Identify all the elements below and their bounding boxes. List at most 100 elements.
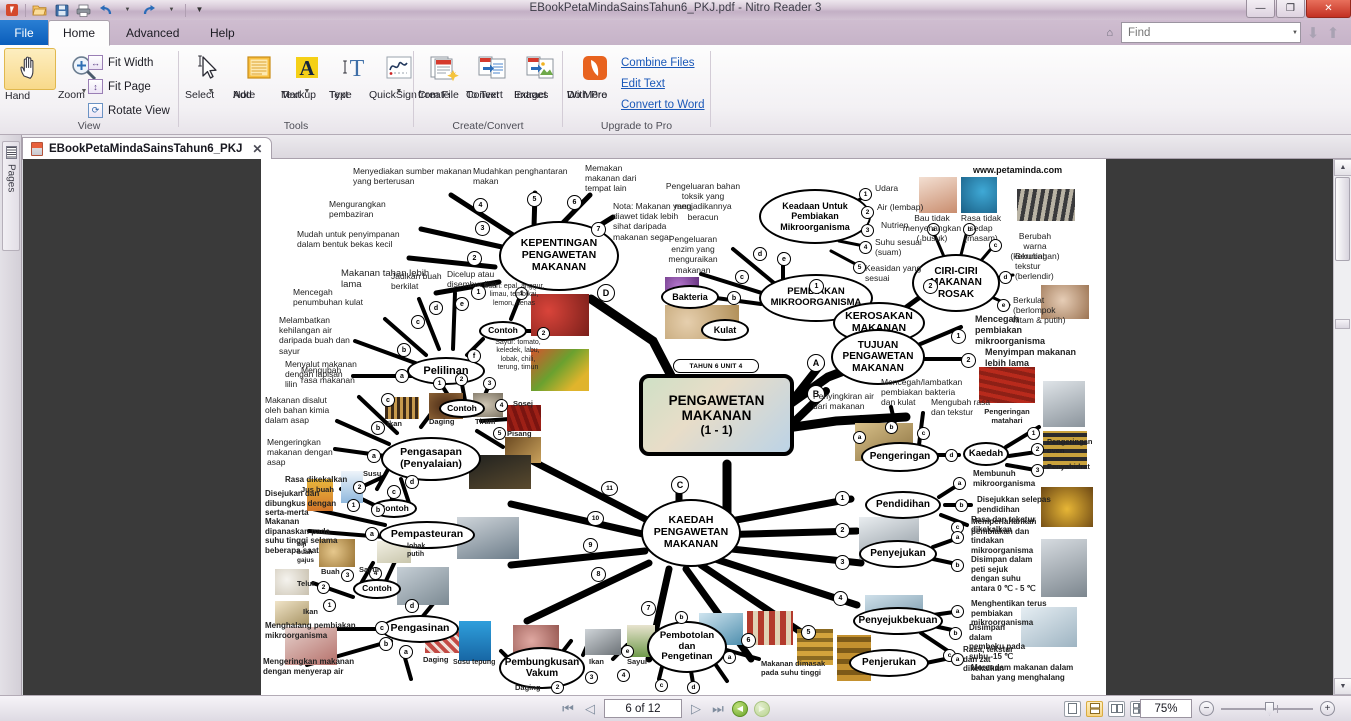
- zoom-controls[interactable]: 75% − +: [1140, 699, 1335, 718]
- document-viewport[interactable]: PENGAWETAN MAKANAN (1 - 1) TAHUN 6 UNIT …: [23, 159, 1333, 695]
- tab-file[interactable]: File: [0, 20, 48, 45]
- find-next-icon[interactable]: ⬇: [1305, 24, 1321, 42]
- node-kaedah-hub-label: KAEDAH PENGAWETAN MAKANAN: [653, 514, 729, 550]
- select-tool-button[interactable]: Select ▼: [185, 48, 237, 101]
- next-view-button[interactable]: ▶: [754, 700, 770, 717]
- single-page-view-button[interactable]: [1064, 700, 1081, 717]
- rotate-view-button[interactable]: ⟳ Rotate View: [88, 103, 170, 118]
- node-bakteria[interactable]: Bakteria: [661, 285, 719, 309]
- tab-home[interactable]: Home: [48, 20, 111, 46]
- node-penyejukan[interactable]: Penyejukan: [859, 540, 937, 568]
- node-pengeringan[interactable]: Pengeringan: [861, 442, 939, 472]
- label-pembungkusan-ikan: Ikan: [589, 657, 605, 666]
- first-page-icon[interactable]: ⏮: [560, 701, 576, 717]
- zoom-slider-tick: [1277, 704, 1278, 713]
- zoom-slider-thumb[interactable]: [1265, 701, 1274, 716]
- combine-files-link[interactable]: Combine Files: [621, 57, 695, 69]
- node-pendidihan[interactable]: Pendidihan: [865, 491, 941, 519]
- search-input[interactable]: [1126, 25, 1284, 40]
- collapse-ribbon-icon[interactable]: ⌂: [1102, 27, 1117, 39]
- previous-page-icon[interactable]: ◁: [582, 701, 598, 717]
- ribbon-group-view: Hand Zoom ▼ ↔ Fit Width ↕ Fit Page ⟳ Rot…: [0, 45, 178, 134]
- document-tab[interactable]: EBookPetaMindaSainsTahun6_PKJ ✕: [22, 137, 273, 160]
- badge-pengasinan-a: a: [399, 645, 413, 659]
- node-penyejukbekuan-label: Penyejukbekuan: [858, 615, 938, 627]
- node-contoh-pengasapan[interactable]: Contoh: [439, 399, 485, 418]
- pages-panel-button[interactable]: Pages: [2, 141, 20, 251]
- node-pengasinan[interactable]: Pengasinan: [381, 615, 459, 643]
- node-contoh-pelilinan[interactable]: Contoh: [479, 321, 527, 341]
- node-penyejukbekuan[interactable]: Penyejukbekuan: [853, 607, 943, 635]
- node-contoh-pengasinan[interactable]: Contoh: [353, 579, 401, 599]
- find-box[interactable]: ▼: [1121, 22, 1301, 43]
- title-bar: ▼ ▼ ▼ EBookPetaMindaSainsTahun6_PKJ.pdf …: [0, 0, 1351, 20]
- zoom-in-button[interactable]: +: [1320, 701, 1335, 716]
- extract-images-button[interactable]: Extract Images: [514, 48, 566, 101]
- ribbon-group-tools: Select ▼ Add Note A Markup Text ▼ T Type…: [179, 45, 417, 134]
- fit-page-button[interactable]: ↕ Fit Page: [88, 79, 151, 94]
- badge-pelilinan-c: c: [411, 315, 425, 329]
- create-from-file-label-2: from File: [418, 89, 459, 101]
- node-pengasapan[interactable]: Pengasapan (Penyalaian): [381, 437, 481, 481]
- node-keadaan-pembiakan[interactable]: Keadaan Untuk Pembiakan Mikroorganisma: [759, 189, 871, 244]
- node-kaedah-small[interactable]: Kaedah: [963, 442, 1009, 466]
- badge-ciri-e: e: [997, 299, 1010, 312]
- window-controls[interactable]: — ❐ ✕: [1245, 0, 1351, 19]
- node-bakteria-label: Bakteria: [672, 291, 708, 302]
- previous-view-button[interactable]: ◀: [732, 700, 748, 717]
- label-tujuan-1: Mencegah pembiakan mikroorganisma: [975, 314, 1046, 346]
- convert-to-word-link[interactable]: Convert to Word: [621, 99, 705, 111]
- node-pengasapan-label: Pengasapan (Penyalaian): [400, 446, 462, 470]
- edit-text-link[interactable]: Edit Text: [621, 78, 665, 90]
- mind-map: PENGAWETAN MAKANAN (1 - 1) TAHUN 6 UNIT …: [261, 159, 1106, 695]
- do-more-label-2: With Pro: [567, 89, 608, 101]
- maximize-button[interactable]: ❐: [1276, 0, 1305, 18]
- close-button[interactable]: ✕: [1306, 0, 1351, 18]
- find-bar[interactable]: ⌂ ▼ ⬇ ⬆: [1102, 22, 1341, 43]
- hand-icon: [5, 49, 55, 89]
- continuous-view-button[interactable]: [1086, 700, 1103, 717]
- hand-tool-button[interactable]: Hand: [4, 48, 56, 102]
- badge-kepentingan-7: 7: [591, 222, 606, 237]
- branch-badge-d: D: [597, 284, 615, 302]
- tab-help[interactable]: Help: [196, 20, 249, 45]
- find-dropdown-icon[interactable]: ▼: [1292, 30, 1298, 36]
- badge-keadaan-1: 1: [859, 188, 872, 201]
- next-page-icon[interactable]: ▷: [688, 701, 704, 717]
- page-number-field[interactable]: 6 of 12: [604, 699, 682, 718]
- last-page-icon[interactable]: ⏭: [710, 701, 726, 717]
- badge-kaedah-spoke-4: 4: [833, 591, 848, 606]
- zoom-slider[interactable]: [1221, 701, 1313, 716]
- center-node[interactable]: PENGAWETAN MAKANAN (1 - 1): [639, 374, 794, 456]
- vertical-scrollbar[interactable]: ▲ ▼: [1333, 159, 1351, 695]
- minimize-button[interactable]: —: [1246, 0, 1275, 18]
- scroll-down-button[interactable]: ▼: [1334, 678, 1351, 695]
- label-ciri-d: Berubah tekstur (berlendir): [1015, 251, 1054, 282]
- scrollbar-thumb[interactable]: [1335, 177, 1350, 261]
- scroll-up-button[interactable]: ▲: [1334, 159, 1351, 176]
- tab-advanced[interactable]: Advanced: [112, 20, 193, 45]
- add-note-button[interactable]: Add Note: [233, 48, 285, 101]
- zoom-out-button[interactable]: −: [1199, 701, 1214, 716]
- badge-kaedah-spoke-7: 7: [641, 601, 656, 616]
- create-from-file-button[interactable]: Create from File: [418, 48, 470, 101]
- node-kulat[interactable]: Kulat: [701, 319, 749, 341]
- badge-pengeringan-c: c: [917, 427, 930, 440]
- scrollbar-split-handle[interactable]: [1335, 319, 1350, 329]
- label-keadaan-5: Keasidan yang sesuai: [865, 263, 922, 284]
- node-penjerukan[interactable]: Penjerukan: [849, 649, 929, 677]
- page-navigation[interactable]: ⏮ ◁ 6 of 12 ▷ ⏭ ◀ ▶: [560, 699, 770, 718]
- find-previous-icon[interactable]: ⬆: [1325, 24, 1341, 42]
- badge-pengasapan-contoh-2: 2: [455, 373, 468, 386]
- convert-to-text-button[interactable]: Convert To Text: [466, 48, 518, 101]
- facing-view-button[interactable]: [1108, 700, 1125, 717]
- do-more-with-pro-button[interactable]: Do More With Pro: [567, 48, 623, 101]
- node-kaedah-pengawetan-hub[interactable]: KAEDAH PENGAWETAN MAKANAN: [641, 499, 741, 567]
- branch-badge-a: A: [807, 354, 825, 372]
- close-tab-icon[interactable]: ✕: [252, 142, 262, 156]
- zoom-level-field[interactable]: 75%: [1140, 699, 1192, 718]
- group-label-view: View: [77, 120, 101, 132]
- markup-text-button[interactable]: A Markup Text ▼: [281, 48, 333, 101]
- fit-width-button[interactable]: ↔ Fit Width: [88, 55, 153, 70]
- pdf-page[interactable]: PENGAWETAN MAKANAN (1 - 1) TAHUN 6 UNIT …: [261, 159, 1106, 695]
